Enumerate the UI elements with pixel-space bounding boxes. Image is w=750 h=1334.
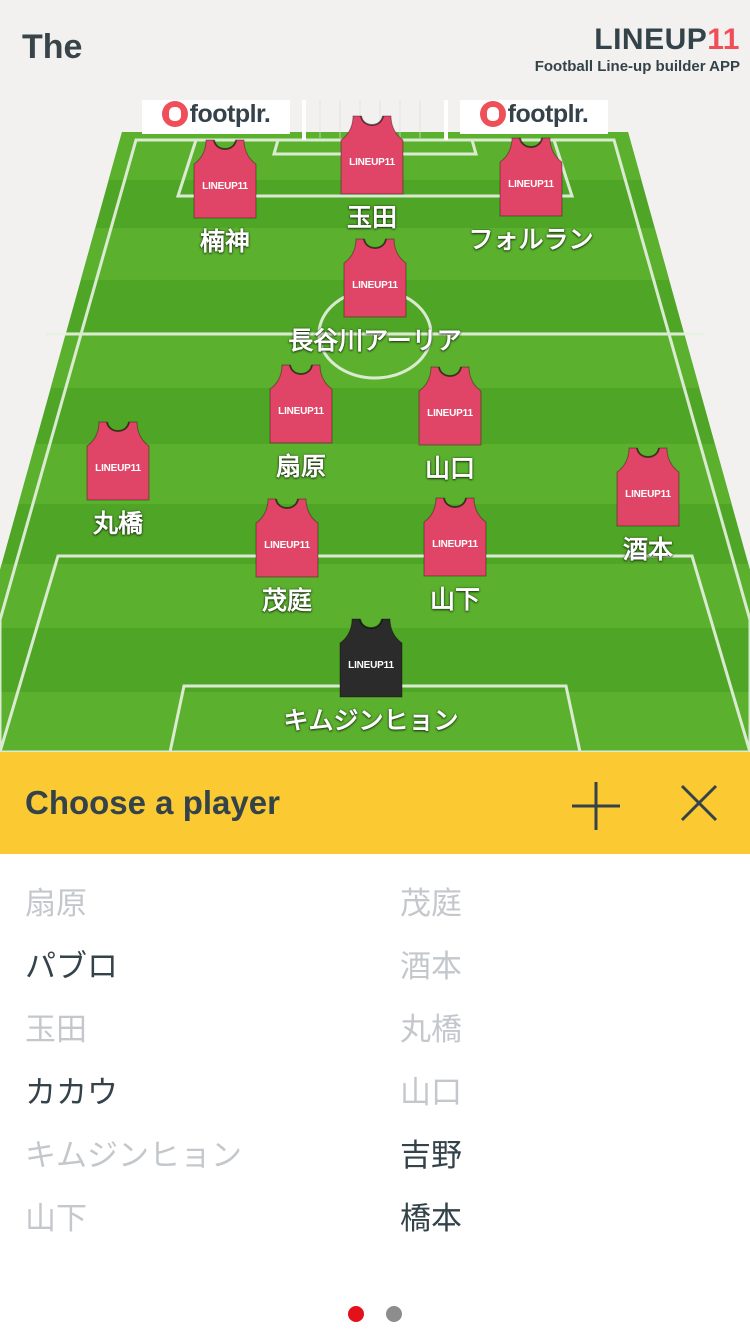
jersey-brand-label: LINEUP11 xyxy=(349,157,395,168)
jersey-shape xyxy=(423,497,487,577)
jersey-shape xyxy=(255,498,319,578)
jersey-icon: LINEUP11 xyxy=(498,136,564,218)
player-slot[interactable]: LINEUP11 山口 xyxy=(350,365,550,485)
jersey-icon: LINEUP11 xyxy=(192,138,258,220)
roster-item[interactable]: キムジンヒョン xyxy=(25,1130,242,1175)
page-dot-1[interactable] xyxy=(348,1306,364,1322)
player-name: キムジンヒョン xyxy=(283,706,459,735)
player-slot[interactable]: LINEUP11 山下 xyxy=(355,496,555,616)
roster-item[interactable]: カカウ xyxy=(25,1067,118,1112)
player-name: 酒本 xyxy=(622,535,673,564)
jersey-shape xyxy=(616,447,680,527)
add-player-button[interactable] xyxy=(570,780,622,832)
page-dot-2[interactable] xyxy=(386,1306,402,1322)
plus-icon xyxy=(572,782,620,830)
app-header: The LINEUP11 Football Line-up builder AP… xyxy=(0,0,750,100)
jersey-brand-label: LINEUP11 xyxy=(348,660,394,671)
player-roster-list: 扇原 茂庭 パブロ 酒本 玉田 丸橋 カカウ 山口 キムジンヒョン 吉野 山下 … xyxy=(0,854,750,1294)
roster-item[interactable]: 丸橋 xyxy=(400,1004,462,1049)
jersey-brand-label: LINEUP11 xyxy=(625,489,671,500)
roster-item[interactable]: 酒本 xyxy=(400,941,462,986)
player-name: 山下 xyxy=(429,585,480,614)
jersey-icon: LINEUP11 xyxy=(339,114,405,196)
brand-number: 11 xyxy=(707,23,740,56)
brand-name-text: LINEUP xyxy=(594,23,708,56)
lineup11-logo: LINEUP11 Football Line-up builder APP xyxy=(534,24,740,76)
jersey-brand-label: LINEUP11 xyxy=(427,408,473,419)
sponsor-banner-left: footplr. xyxy=(142,100,290,134)
footplr-logo-icon xyxy=(479,101,506,127)
jersey-brand-label: LINEUP11 xyxy=(278,406,324,417)
team-title[interactable]: The xyxy=(22,28,82,67)
roster-item[interactable]: 吉野 xyxy=(400,1130,462,1175)
sponsor-label: footplr. xyxy=(189,100,271,128)
jersey-icon: LINEUP11 xyxy=(417,365,483,447)
player-slot-goalkeeper[interactable]: LINEUP11 キムジンヒョン xyxy=(271,617,471,737)
jersey-brand-label: LINEUP11 xyxy=(264,540,310,551)
roster-item[interactable]: 山下 xyxy=(25,1193,87,1238)
jersey-shape xyxy=(340,115,404,195)
jersey-brand-label: LINEUP11 xyxy=(432,539,478,550)
roster-item[interactable]: 山口 xyxy=(400,1067,462,1112)
jersey-shape xyxy=(269,364,333,444)
brand-name: LINEUP11 xyxy=(535,24,740,56)
goalkeeper-jersey-icon: LINEUP11 xyxy=(338,617,404,699)
jersey-icon: LINEUP11 xyxy=(85,420,151,502)
brand-tagline: Football Line-up builder APP xyxy=(534,58,740,75)
player-name: 山口 xyxy=(424,454,475,483)
jersey-brand-label: LINEUP11 xyxy=(202,181,248,192)
footplr-logo-icon xyxy=(161,101,188,127)
sponsor-banner-right: footplr. xyxy=(460,100,608,134)
pitch: footplr. footplr. LINEUP11 楠神 LINEUP11 玉… xyxy=(0,100,750,752)
sponsor-label: footplr. xyxy=(507,100,589,128)
player-slot[interactable]: LINEUP11 長谷川アーリア xyxy=(275,237,475,357)
jersey-brand-label: LINEUP11 xyxy=(508,179,554,190)
choose-player-bar: Choose a player xyxy=(0,752,750,854)
player-slot[interactable]: LINEUP11 酒本 xyxy=(548,446,748,566)
jersey-shape xyxy=(339,618,403,698)
roster-item[interactable]: 扇原 xyxy=(25,878,87,923)
jersey-icon: LINEUP11 xyxy=(342,237,408,319)
jersey-icon: LINEUP11 xyxy=(254,497,320,579)
jersey-icon: LINEUP11 xyxy=(422,496,488,578)
jersey-icon: LINEUP11 xyxy=(268,363,334,445)
page-indicator xyxy=(0,1306,750,1322)
player-name: 長谷川アーリア xyxy=(288,326,462,355)
jersey-icon: LINEUP11 xyxy=(615,446,681,528)
roster-item[interactable]: 玉田 xyxy=(25,1004,87,1049)
roster-item[interactable]: パブロ xyxy=(25,941,118,986)
jersey-shape xyxy=(86,421,150,501)
jersey-brand-label: LINEUP11 xyxy=(352,280,398,291)
jersey-brand-label: LINEUP11 xyxy=(95,463,141,474)
choose-player-title: Choose a player xyxy=(25,784,280,821)
close-button[interactable] xyxy=(676,780,722,826)
close-icon xyxy=(680,784,718,822)
roster-item[interactable]: 茂庭 xyxy=(400,878,462,923)
jersey-shape xyxy=(499,137,563,217)
jersey-shape xyxy=(343,238,407,318)
jersey-shape xyxy=(418,366,482,446)
jersey-shape xyxy=(193,139,257,219)
roster-item[interactable]: 橋本 xyxy=(400,1193,462,1238)
